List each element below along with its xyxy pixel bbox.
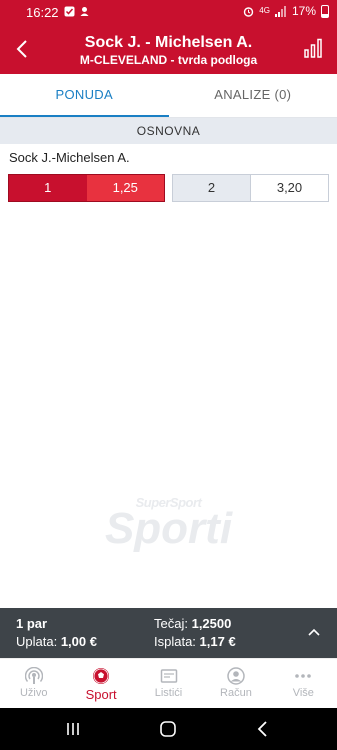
brand-watermark: SuperSport Sporti [0, 495, 337, 554]
nav-item-sport[interactable]: Sport [67, 659, 134, 708]
section-header: OSNOVNA [0, 118, 337, 144]
match-name: Sock J.-Michelsen A. [9, 150, 130, 165]
odd-button-away[interactable]: 2 3,20 [172, 174, 329, 202]
betslip-stake: Uplata: 1,00 € [16, 634, 97, 649]
stake-value: 1,00 € [60, 634, 97, 649]
odds-label: Tečaj: [154, 616, 188, 631]
alarm-icon [244, 6, 254, 17]
odd-value: 1,25 [86, 175, 164, 201]
stats-icon[interactable] [303, 38, 323, 58]
home-icon[interactable] [159, 720, 177, 738]
location-notification-icon [80, 7, 89, 16]
odds-row: 1 1,25 2 3,20 [8, 174, 329, 202]
network-type: 4G [259, 6, 270, 15]
nav-label: Listići [154, 687, 183, 699]
status-time: 16:22 [26, 5, 59, 20]
nav-item-uzivo[interactable]: Uživo [0, 659, 67, 708]
watermark-big: Sporti [104, 504, 233, 553]
odds-value: 1,2500 [191, 616, 232, 631]
odd-label: 2 [173, 175, 251, 201]
tab-bar: PONUDA ANALIZE (0) [0, 74, 337, 118]
stake-label: Uplata: [16, 634, 58, 649]
back-icon[interactable] [254, 720, 272, 738]
bottom-nav: Uživo Sport Listići Račun Više [0, 658, 337, 708]
betslip-payout: Isplata: 1,17 € [154, 634, 236, 649]
battery-percent: 17% [291, 4, 316, 18]
system-nav-bar [0, 708, 337, 750]
payout-label: Isplata: [154, 634, 196, 649]
nav-item-vise[interactable]: Više [270, 659, 337, 708]
recent-apps-icon[interactable] [64, 720, 82, 738]
odd-label: 1 [9, 175, 87, 201]
nav-label: Više [292, 687, 314, 699]
ticket-icon [160, 669, 177, 683]
odd-value: 3,20 [251, 175, 328, 201]
check-notification-icon [64, 6, 75, 17]
nav-label: Uživo [19, 687, 48, 699]
account-icon [227, 667, 245, 685]
nav-item-listici[interactable]: Listići [135, 659, 202, 708]
status-bar: 16:22 4G 17% [0, 0, 337, 24]
tab-ponuda[interactable]: PONUDA [0, 74, 169, 117]
signal-icon [274, 5, 286, 17]
live-icon [24, 667, 43, 684]
odd-button-home[interactable]: 1 1,25 [8, 174, 165, 202]
match-title: Sock J. - Michelsen A. [84, 34, 253, 51]
payout-value: 1,17 € [199, 634, 236, 649]
betslip-bar[interactable]: 1 par Uplata: 1,00 € Tečaj: 1,2500 Ispla… [0, 608, 337, 658]
nav-label: Račun [220, 687, 252, 699]
nav-label: Sport [85, 687, 117, 702]
betslip-odds: Tečaj: 1,2500 [154, 616, 231, 631]
status-right: 4G 17% [243, 4, 329, 18]
battery-icon [321, 4, 329, 18]
chevron-up-icon[interactable] [307, 626, 321, 638]
match-subtitle: M-CLEVELAND - tvrda podloga [79, 53, 258, 67]
ball-icon [93, 668, 110, 684]
nav-item-racun[interactable]: Račun [202, 659, 269, 708]
tab-analize[interactable]: ANALIZE (0) [169, 74, 337, 117]
betslip-pairs: 1 par [16, 616, 48, 631]
more-icon [295, 674, 312, 678]
app-header: Sock J. - Michelsen A. M-CLEVELAND - tvr… [0, 24, 337, 74]
